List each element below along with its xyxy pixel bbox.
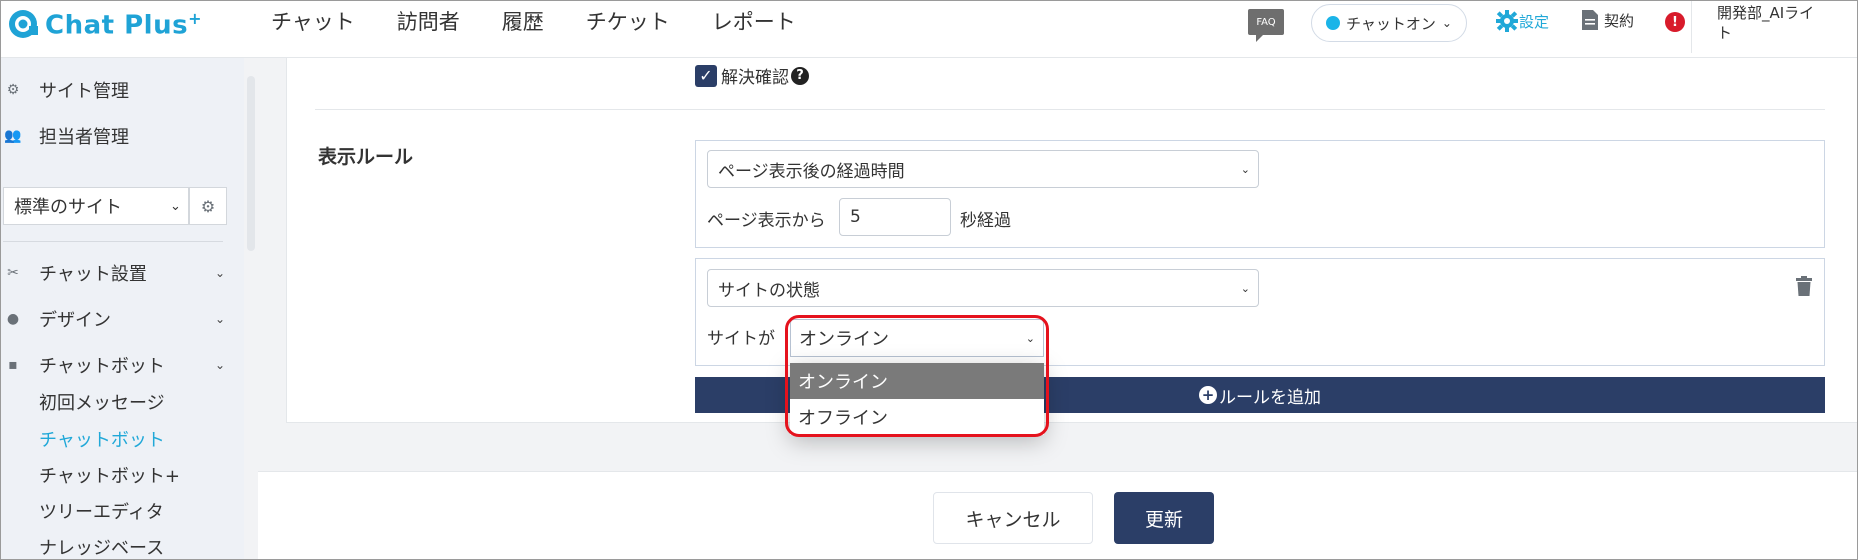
sidebar-subitem-first-message[interactable]: 初回メッセージ [39, 389, 165, 415]
rule-condition-select[interactable]: サイトの状態 ⌄ [707, 269, 1259, 307]
chevron-down-icon: ⌄ [1441, 16, 1452, 30]
sidebar-subitem-knowledge-base[interactable]: ナレッジベース [39, 534, 164, 559]
user-name-line1: 開発部_AIライ [1717, 4, 1815, 22]
sidebar-item-chatbot[interactable]: ▪ チャットボット ⌄ [1, 350, 241, 380]
section-divider [315, 109, 1825, 110]
rule-condition-select[interactable]: ページ表示後の経過時間 ⌄ [707, 150, 1259, 188]
chevron-down-icon: ⌄ [214, 266, 225, 280]
nav-tickets[interactable]: チケット [586, 6, 670, 36]
sidebar-item-chat-setup[interactable]: ✂ チャット設置 ⌄ [1, 258, 241, 288]
resolve-confirm-row: ✓ 解決確認 ? [695, 63, 809, 88]
sidebar-item-design[interactable]: ● デザイン ⌄ [1, 304, 241, 334]
rule-condition-value: ページ表示後の経過時間 [718, 161, 905, 182]
users-icon: 👥 [4, 128, 22, 144]
sidebar-divider [3, 241, 223, 242]
sidebar-item-label: チャット設置 [39, 264, 147, 285]
cancel-button[interactable]: キャンセル [933, 492, 1093, 544]
sidebar-subitem-chatbot[interactable]: チャットボット [39, 426, 165, 452]
chevron-down-icon: ⌄ [214, 312, 225, 326]
contract-link[interactable]: 契約 [1581, 9, 1634, 31]
rule-suffix-label: 秒経過 [960, 211, 1011, 231]
sidebar-item-label: チャットボット [39, 356, 165, 377]
gear-icon [1496, 10, 1518, 32]
gears-icon: ⚙ [6, 82, 20, 98]
nav-history[interactable]: 履歴 [502, 6, 544, 36]
resolve-confirm-checkbox[interactable]: ✓ [695, 64, 717, 87]
contract-label: 契約 [1604, 11, 1635, 30]
sidebar-item-staff-management[interactable]: 👥 担当者管理 [1, 121, 241, 151]
highlight-outline [785, 315, 1049, 437]
alert-icon[interactable]: ! [1665, 12, 1685, 32]
chat-status-label: チャットオン [1346, 14, 1436, 33]
settings-label: 設定 [1519, 12, 1550, 31]
site-settings-gear-icon[interactable]: ⚙ [189, 187, 227, 225]
chat-status-dropdown[interactable]: チャットオン ⌄ [1311, 4, 1467, 42]
plus-circle-icon: + [1199, 386, 1217, 404]
nav-reports[interactable]: レポート [712, 6, 796, 36]
chat-plus-logo-icon [9, 10, 38, 38]
tools-icon: ✂ [7, 265, 19, 281]
site-select[interactable]: 標準のサイト ⌄ [3, 187, 189, 225]
app-window: Chat Plus+ チャット 訪問者 履歴 チケット レポート FAQ チャッ… [0, 0, 1858, 560]
user-name-line2: ト [1717, 24, 1733, 42]
sidebar-item-label: サイト管理 [39, 81, 129, 102]
chevron-down-icon: ⌄ [1240, 281, 1250, 295]
sidebar-item-label: デザイン [39, 310, 111, 331]
display-rules-title: 表示ルール [318, 146, 414, 168]
palette-icon: ● [6, 311, 20, 327]
main-nav: チャット 訪問者 履歴 チケット レポート [271, 1, 838, 41]
sidebar-item-site-management[interactable]: ⚙ サイト管理 [1, 75, 241, 105]
sidebar-subitem-tree-editor[interactable]: ツリーエディタ [39, 498, 164, 524]
settings-link[interactable]: 設定 [1495, 9, 1549, 33]
online-status-dot-icon [1326, 16, 1340, 30]
chevron-down-icon: ⌄ [214, 358, 225, 372]
rule-condition-value: サイトの状態 [718, 280, 820, 301]
user-menu[interactable]: 開発部_AIライ ト [1717, 3, 1837, 43]
nav-visitors[interactable]: 訪問者 [397, 6, 460, 36]
site-select-value: 標準のサイト [14, 197, 122, 218]
chevron-down-icon: ⌄ [1240, 162, 1250, 176]
rule-prefix-label: サイトが [707, 329, 775, 349]
top-header: Chat Plus+ チャット 訪問者 履歴 チケット レポート FAQ チャッ… [1, 1, 1857, 58]
chevron-down-icon: ⌄ [170, 198, 181, 214]
nav-chat[interactable]: チャット [271, 6, 355, 36]
add-rule-label: ルールを追加 [1219, 387, 1321, 408]
trash-icon[interactable] [1795, 276, 1813, 296]
divider [1691, 1, 1692, 53]
sidebar-scrollbar-thumb[interactable] [247, 76, 255, 251]
update-button[interactable]: 更新 [1114, 492, 1214, 544]
rule-prefix-label: ページ表示から [707, 211, 826, 231]
sidebar-subitem-chatbot-plus[interactable]: チャットボット+ [39, 462, 180, 488]
logo-text: Chat Plus+ [45, 9, 202, 41]
faq-icon[interactable]: FAQ [1248, 9, 1284, 42]
logo[interactable]: Chat Plus+ [7, 7, 202, 43]
resolve-confirm-label: 解決確認 [721, 68, 789, 88]
chat-bubbles-icon: ▪ [8, 357, 18, 373]
help-icon[interactable]: ? [791, 66, 809, 85]
elapsed-seconds-input[interactable]: 5 [839, 198, 951, 236]
sidebar-item-label: 担当者管理 [39, 127, 129, 148]
document-icon [1582, 10, 1598, 30]
